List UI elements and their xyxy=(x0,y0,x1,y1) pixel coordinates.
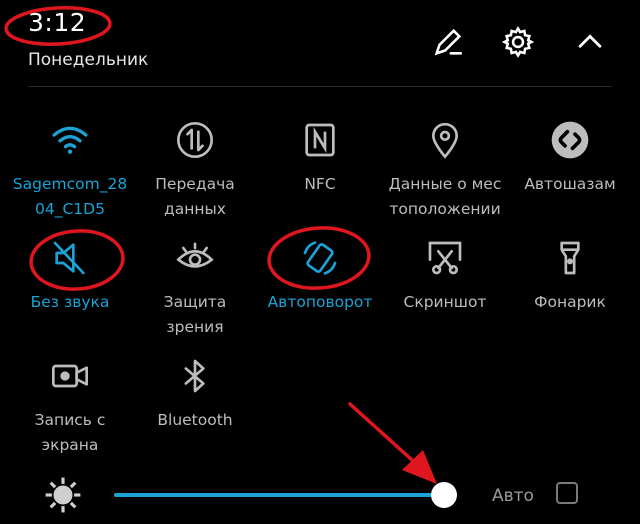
location-icon xyxy=(381,114,509,166)
tile-screen-record[interactable]: Запись с экрана xyxy=(6,350,134,458)
bluetooth-icon xyxy=(131,350,259,402)
tile-label: Без звука xyxy=(30,293,110,311)
tile-screenshot[interactable]: Скриншот xyxy=(381,232,509,315)
shazam-icon xyxy=(506,114,634,166)
screenshot-icon xyxy=(381,232,509,284)
chevron-up-icon[interactable] xyxy=(570,22,610,62)
tile-wifi[interactable]: Sagemcom_28 04_C1D5 xyxy=(6,114,134,222)
brightness-slider[interactable] xyxy=(114,482,457,508)
tile-label: Данные о мес тоположении xyxy=(388,175,502,218)
slider-thumb[interactable] xyxy=(431,482,457,508)
tile-location[interactable]: Данные о мес тоположении xyxy=(381,114,509,222)
wifi-icon xyxy=(6,114,134,166)
gear-icon[interactable] xyxy=(498,22,538,62)
mute-icon xyxy=(6,232,134,284)
tile-label: Запись с экрана xyxy=(34,411,106,454)
tile-mute[interactable]: Без звука xyxy=(6,232,134,315)
tile-label: Фонарик xyxy=(534,293,606,311)
brightness-icon xyxy=(45,477,81,513)
nfc-icon xyxy=(256,114,384,166)
tile-eye-protection[interactable]: Защита зрения xyxy=(131,232,259,340)
annotation-arrowhead xyxy=(402,450,437,484)
data-transfer-icon xyxy=(131,114,259,166)
tile-label: Защита зрения xyxy=(163,293,227,336)
eye-icon xyxy=(131,232,259,284)
screen-record-icon xyxy=(6,350,134,402)
tile-label: Автошазам xyxy=(524,175,616,193)
slider-track xyxy=(114,493,444,497)
tile-label: Передача данных xyxy=(155,175,235,218)
tile-data-transfer[interactable]: Передача данных xyxy=(131,114,259,222)
annotation-arrow xyxy=(348,402,425,472)
header-divider xyxy=(28,86,612,87)
tile-nfc[interactable]: NFC xyxy=(256,114,384,197)
auto-brightness-label: Авто xyxy=(492,486,534,506)
tile-label: Sagemcom_28 04_C1D5 xyxy=(12,175,128,218)
tile-flashlight[interactable]: Фонарик xyxy=(506,232,634,315)
tile-bluetooth[interactable]: Bluetooth xyxy=(131,350,259,433)
clock-time: 3:12 xyxy=(28,8,87,37)
tile-label: Автоповорот xyxy=(267,293,373,311)
flashlight-icon xyxy=(506,232,634,284)
tile-shazam[interactable]: Автошазам xyxy=(506,114,634,197)
pencil-icon[interactable] xyxy=(428,22,468,62)
tile-autorotate[interactable]: Автоповорот xyxy=(256,232,384,315)
auto-brightness-checkbox[interactable] xyxy=(556,482,578,504)
tile-label: Скриншот xyxy=(403,293,487,311)
tile-label: Bluetooth xyxy=(157,411,233,429)
tile-label: NFC xyxy=(304,175,336,193)
rotate-icon xyxy=(256,232,384,284)
day-of-week: Понедельник xyxy=(28,50,149,70)
